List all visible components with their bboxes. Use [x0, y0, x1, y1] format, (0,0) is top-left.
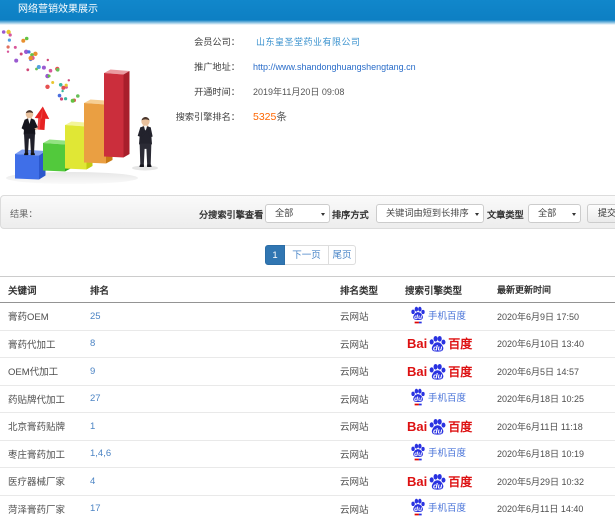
svg-text:du: du — [414, 396, 422, 403]
svg-text:du: du — [433, 426, 443, 435]
svg-text:du: du — [433, 343, 443, 352]
svg-text:du: du — [414, 451, 422, 458]
svg-text:du: du — [414, 506, 422, 513]
svg-text:du: du — [433, 481, 443, 490]
svg-text:du: du — [414, 314, 422, 321]
svg-text:du: du — [433, 371, 443, 380]
